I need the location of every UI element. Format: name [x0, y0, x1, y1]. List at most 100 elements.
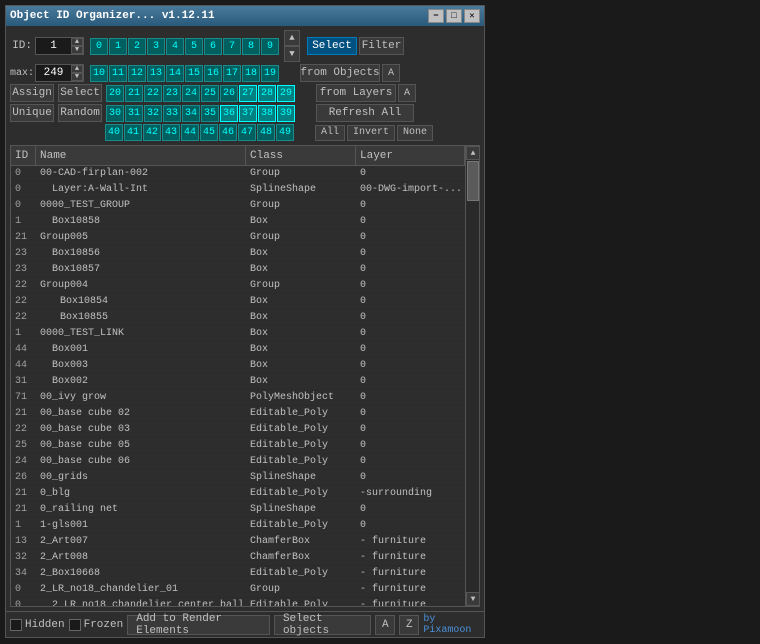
random-button[interactable]: Random	[58, 104, 102, 122]
num-btn-18[interactable]: 18	[242, 65, 260, 82]
num-btn-35[interactable]: 35	[201, 105, 219, 122]
num-btn-9[interactable]: 9	[261, 38, 279, 55]
table-row[interactable]: 21Group005Group0	[11, 230, 465, 246]
num-btn-4[interactable]: 4	[166, 38, 184, 55]
num-btn-16[interactable]: 16	[204, 65, 222, 82]
table-row[interactable]: 22Box10854Box0	[11, 294, 465, 310]
num-btn-1[interactable]: 1	[109, 38, 127, 55]
minimize-button[interactable]: −	[428, 9, 444, 23]
num-btn-24[interactable]: 24	[182, 85, 200, 102]
hidden-checkbox-label[interactable]: Hidden	[10, 619, 65, 631]
assign-button[interactable]: Assign	[10, 84, 54, 102]
table-row[interactable]: 210_blgEditable_Poly-surrounding	[11, 486, 465, 502]
num-btn-49[interactable]: 49	[276, 124, 294, 141]
from-layers-button[interactable]: from Layers	[316, 84, 396, 102]
num-btn-38[interactable]: 38	[258, 105, 276, 122]
num-btn-34[interactable]: 34	[182, 105, 200, 122]
frozen-checkbox[interactable]	[69, 619, 81, 631]
table-row[interactable]: 44Box001Box0	[11, 342, 465, 358]
scroll-down-btn[interactable]: ▼	[284, 46, 300, 62]
id-value[interactable]: 1	[36, 38, 71, 54]
num-btn-19[interactable]: 19	[261, 65, 279, 82]
filter-button[interactable]: Filter	[359, 37, 404, 55]
num-btn-44[interactable]: 44	[181, 124, 199, 141]
scroll-down-button[interactable]: ▼	[466, 592, 480, 606]
num-btn-29[interactable]: 29	[277, 85, 295, 102]
num-btn-46[interactable]: 46	[219, 124, 237, 141]
num-btn-13[interactable]: 13	[147, 65, 165, 82]
table-row[interactable]: 2500_base cube 05Editable_Poly0	[11, 438, 465, 454]
num-btn-12[interactable]: 12	[128, 65, 146, 82]
num-btn-31[interactable]: 31	[125, 105, 143, 122]
from-objects-button[interactable]: from Objects	[300, 64, 380, 82]
from-layers-a-button[interactable]: A	[398, 84, 416, 102]
a-sort-button[interactable]: A	[375, 615, 395, 635]
num-btn-23[interactable]: 23	[163, 85, 181, 102]
vertical-scrollbar[interactable]: ▲ ▼	[465, 146, 479, 606]
all-button[interactable]: All	[315, 125, 345, 141]
num-btn-39[interactable]: 39	[277, 105, 295, 122]
num-btn-21[interactable]: 21	[125, 85, 143, 102]
select-objects-button[interactable]: Select objects	[274, 615, 371, 635]
select-button[interactable]: Select	[307, 37, 357, 55]
num-btn-3[interactable]: 3	[147, 38, 165, 55]
num-btn-0[interactable]: 0	[90, 38, 108, 55]
max-down-arrow[interactable]: ▼	[71, 73, 83, 81]
table-row[interactable]: 2400_base cube 06Editable_Poly0	[11, 454, 465, 470]
num-btn-28[interactable]: 28	[258, 85, 276, 102]
num-btn-11[interactable]: 11	[109, 65, 127, 82]
invert-button[interactable]: Invert	[347, 125, 395, 141]
table-row[interactable]: 22Group004Group0	[11, 278, 465, 294]
id-up-arrow[interactable]: ▲	[71, 38, 83, 46]
num-btn-5[interactable]: 5	[185, 38, 203, 55]
table-row[interactable]: 210_railing netSplineShape0	[11, 502, 465, 518]
scroll-track[interactable]	[466, 160, 479, 592]
num-btn-14[interactable]: 14	[166, 65, 184, 82]
num-btn-45[interactable]: 45	[200, 124, 218, 141]
table-row[interactable]: 31Box002Box0	[11, 374, 465, 390]
table-row[interactable]: 7100_ivy growPolyMeshObject0	[11, 390, 465, 406]
table-row[interactable]: 322_Art008ChamferBox- furniture	[11, 550, 465, 566]
num-btn-41[interactable]: 41	[124, 124, 142, 141]
num-btn-15[interactable]: 15	[185, 65, 203, 82]
num-btn-33[interactable]: 33	[163, 105, 181, 122]
table-row[interactable]: 22Box10855Box0	[11, 310, 465, 326]
table-row[interactable]: 00000_TEST_GROUPGroup0	[11, 198, 465, 214]
num-btn-42[interactable]: 42	[143, 124, 161, 141]
frozen-checkbox-label[interactable]: Frozen	[69, 619, 124, 631]
num-btn-25[interactable]: 25	[201, 85, 219, 102]
num-btn-17[interactable]: 17	[223, 65, 241, 82]
table-row[interactable]: 0Layer:A-Wall-IntSplineShape00-DWG-impor…	[11, 182, 465, 198]
hidden-checkbox[interactable]	[10, 619, 22, 631]
refresh-all-button[interactable]: Refresh All	[316, 104, 414, 122]
num-btn-2[interactable]: 2	[128, 38, 146, 55]
num-btn-22[interactable]: 22	[144, 85, 162, 102]
num-btn-20[interactable]: 20	[106, 85, 124, 102]
unique-button[interactable]: Unique	[10, 104, 54, 122]
scroll-thumb[interactable]	[467, 161, 479, 201]
table-body[interactable]: 000-CAD-firplan-002Group00Layer:A-Wall-I…	[11, 166, 465, 606]
num-btn-48[interactable]: 48	[257, 124, 275, 141]
from-objects-a-button[interactable]: A	[382, 64, 400, 82]
table-row[interactable]: 2100_base cube 02Editable_Poly0	[11, 406, 465, 422]
table-row[interactable]: 342_Box10668Editable_Poly- furniture	[11, 566, 465, 582]
table-row[interactable]: 23Box10856Box0	[11, 246, 465, 262]
table-row[interactable]: 44Box003Box0	[11, 358, 465, 374]
id-spinner[interactable]: 1 ▲ ▼	[35, 37, 84, 55]
num-btn-47[interactable]: 47	[238, 124, 256, 141]
none-button[interactable]: None	[397, 125, 433, 141]
table-row[interactable]: 10000_TEST_LINKBox0	[11, 326, 465, 342]
scroll-up-btn[interactable]: ▲	[284, 30, 300, 46]
num-btn-30[interactable]: 30	[106, 105, 124, 122]
id-down-arrow[interactable]: ▼	[71, 46, 83, 54]
table-row[interactable]: 2200_base cube 03Editable_Poly0	[11, 422, 465, 438]
num-btn-40[interactable]: 40	[105, 124, 123, 141]
num-btn-6[interactable]: 6	[204, 38, 222, 55]
table-row[interactable]: 2600_gridsSplineShape0	[11, 470, 465, 486]
table-row[interactable]: 11-gls001Editable_Poly0	[11, 518, 465, 534]
close-button[interactable]: ✕	[464, 9, 480, 23]
num-btn-36[interactable]: 36	[220, 105, 238, 122]
max-value[interactable]: 249	[36, 65, 71, 81]
num-btn-26[interactable]: 26	[220, 85, 238, 102]
z-sort-button[interactable]: Z	[399, 615, 419, 635]
